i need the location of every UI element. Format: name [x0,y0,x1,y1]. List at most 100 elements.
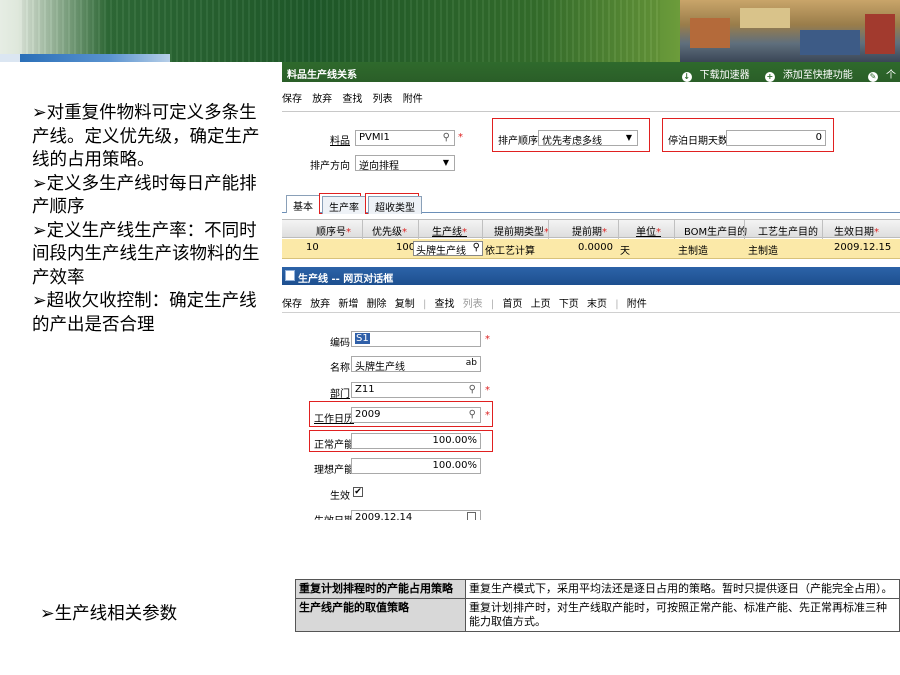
find-button[interactable]: 查找 [435,299,455,310]
search-icon[interactable]: ⚲ [443,132,450,143]
calendar-label: 工作日历 [314,414,354,425]
add-shortcut-link[interactable]: + 添加至快捷功能 [759,70,853,82]
col-lead-type[interactable]: 提前期类型* [494,223,549,238]
sched-direction-select[interactable]: 逆向排程 ▼ [355,155,455,171]
stop-days-field[interactable]: 0 [726,130,826,146]
required-mark: * [485,385,490,396]
window1-title: 料品生产线关系 [287,70,357,81]
save-button[interactable]: 保存 [282,299,302,310]
col-route-purpose[interactable]: 工艺生产目的 [758,223,818,238]
warehouse-photo [680,0,900,62]
tab-over-under-type[interactable]: 超收类型 [368,196,422,214]
cell-unit[interactable]: 天 [620,242,630,257]
next-page-button[interactable]: 下页 [559,299,579,310]
table-row: 生产线产能的取值策略 重复计划排产时，对生产线取产能时，可按照正常产能、标准产能… [295,598,900,632]
cell-eff-date[interactable]: 2009.12.15 [834,242,891,253]
cell-lead-time[interactable]: 0.0000 [578,242,613,253]
normal-capacity-field[interactable]: 100.00% [351,433,481,449]
sched-order-select[interactable]: 优先考虑多线 ▼ [538,130,638,146]
item-field[interactable]: PVMI1 ⚲ [355,130,455,146]
window1-toolbar: 保存 放弃 查找 列表 附件 [282,90,430,108]
name-field[interactable]: 头牌生产线 ab [351,356,481,372]
name-label: 名称 [330,363,350,374]
banner-texture [20,0,660,62]
tab-basic[interactable]: 基本 [286,195,320,213]
multilang-icon[interactable]: ab [466,358,477,368]
required-mark: * [485,334,490,345]
list-button[interactable]: 列表 [373,94,393,105]
column-divider [362,220,363,239]
window2-title: 生产线 -- 网页对话框 [298,274,394,285]
bullet-list: ➢对重复件物料可定义多条生产线。定义优先级，确定生产线的占用策略。 ➢定义多生产… [32,102,262,337]
col-eff-date[interactable]: 生效日期* [834,223,879,238]
cell-bom-purpose[interactable]: 主制造 [678,242,708,257]
item-label: 料品 [330,136,350,147]
dept-label: 部门 [330,389,350,400]
page-icon [285,270,295,281]
cell-route-purpose[interactable]: 主制造 [748,242,778,257]
params-heading: ➢生产线相关参数 [40,604,178,624]
column-divider [548,220,549,239]
table-row[interactable]: 10 100 头牌生产线 ⚲ 依工艺计算 0.0000 天 主制造 主制造 20… [282,239,900,259]
ideal-capacity-label: 理想产能 [314,465,354,476]
first-page-button[interactable]: 首页 [502,299,522,310]
download-icon: ↓ [681,72,692,82]
search-icon[interactable]: ⚲ [473,242,480,253]
cell-seq[interactable]: 10 [306,242,319,253]
delete-button[interactable]: 删除 [367,299,387,310]
calendar-field[interactable]: 2009 ⚲ [351,407,481,423]
column-divider [822,220,823,239]
save-button[interactable]: 保存 [282,94,302,105]
dropdown-arrow-icon: ▼ [625,133,632,142]
attachment-button[interactable]: 附件 [403,94,423,105]
copy-button[interactable]: 复制 [395,299,415,310]
last-page-button[interactable]: 末页 [587,299,607,310]
calendar-icon[interactable] [467,512,476,520]
attachment-button[interactable]: 附件 [627,299,647,310]
col-unit[interactable]: 单位* [636,223,661,238]
col-bom-purpose[interactable]: BOM生产目的 [684,223,747,238]
effective-checkbox[interactable]: ✔ [353,487,363,497]
column-divider [418,220,419,239]
column-divider [482,220,483,239]
code-label: 编码 [330,338,350,349]
discard-button[interactable]: 放弃 [312,94,332,105]
prev-page-button[interactable]: 上页 [531,299,551,310]
erp-screenshot: 料品生产线关系 ↓ 下载加速器 + 添加至快捷功能 ✎ 个 保存 放弃 查找 列表 附… [282,62,900,520]
grid-header: 顺序号* 优先级* 生产线* 提前期类型* 提前期* 单位* BOM生产目的 工… [282,219,900,239]
dropdown-arrow-icon: ▼ [442,158,449,167]
bullet-item: ➢定义多生产线时每日产能排产顺序 [32,173,257,218]
col-seq[interactable]: 顺序号* [316,223,351,238]
effective-label: 生效 [330,491,350,502]
ideal-capacity-field[interactable]: 100.00% [351,458,481,474]
personal-link[interactable]: ✎ 个 [862,70,896,82]
photo-shelf [690,18,730,48]
col-lead-time[interactable]: 提前期* [572,223,607,238]
dept-field[interactable]: Z11 ⚲ [351,382,481,398]
stop-days-label: 停泊日期天数 [668,136,728,147]
window2-titlebar: 生产线 -- 网页对话框 [282,267,900,285]
sched-order-label: 排产顺序 [498,136,538,147]
new-button[interactable]: 新增 [338,299,358,310]
cell-line[interactable]: 头牌生产线 ⚲ [413,241,483,257]
param-value: 重复计划排产时，对生产线取产能时，可按照正常产能、标准产能、先正常再标准三种能力… [465,598,900,632]
code-field[interactable]: S1 [351,331,481,347]
normal-capacity-label: 正常产能 [314,440,354,451]
photo-shelf [865,14,895,54]
banner-accent [20,54,170,62]
toolbar-separator: | [490,299,495,310]
tab-production-rate[interactable]: 生产率 [322,196,366,214]
search-icon[interactable]: ⚲ [469,409,476,420]
banner-accent [0,54,20,62]
bullet-item: ➢超收欠收控制：确定生产线的产出是否合理 [32,291,257,335]
search-icon[interactable]: ⚲ [469,384,476,395]
discard-button[interactable]: 放弃 [310,299,330,310]
find-button[interactable]: 查找 [342,94,362,105]
download-accelerator-link[interactable]: ↓ 下载加速器 [676,70,750,82]
cell-lead-type[interactable]: 依工艺计算 [485,242,535,257]
col-line[interactable]: 生产线* [432,223,467,238]
eff-date-field[interactable]: 2009.12.14 [351,510,481,520]
col-priority[interactable]: 优先级* [372,223,407,238]
required-mark: * [458,132,463,143]
top-banner [0,0,900,62]
